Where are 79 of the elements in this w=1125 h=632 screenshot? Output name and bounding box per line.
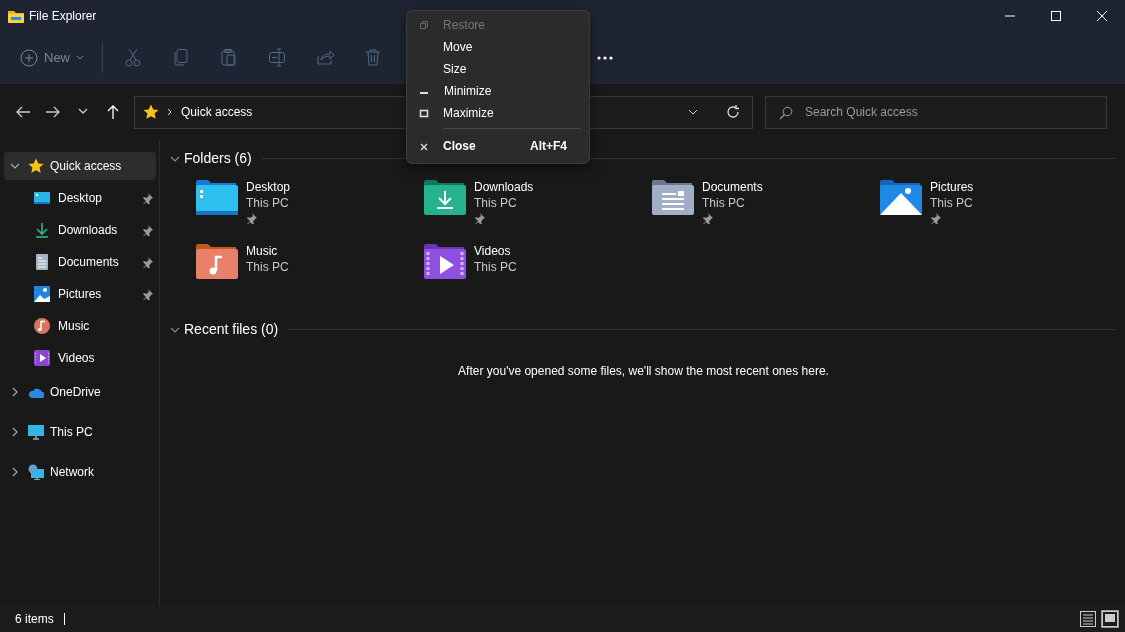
folder-icon xyxy=(8,9,24,23)
refresh-icon[interactable] xyxy=(726,105,740,119)
star-icon xyxy=(28,158,44,174)
chevron-icon[interactable] xyxy=(10,467,20,477)
dropdown-icon xyxy=(688,109,698,115)
sidebar-item[interactable]: Music xyxy=(4,312,156,340)
maximize-icon xyxy=(1051,11,1061,21)
documents-folder-icon[interactable] xyxy=(652,179,694,215)
sidebar-item[interactable]: Documents xyxy=(4,248,156,276)
maximize-icon xyxy=(419,107,429,119)
item-count: 6 items xyxy=(15,611,54,628)
videos-folder-icon[interactable] xyxy=(424,243,466,279)
menu-item[interactable]: Close Alt+F4 xyxy=(407,133,589,159)
sidebar-item[interactable]: Desktop xyxy=(4,184,156,212)
tiles-view-icon xyxy=(1102,611,1118,627)
picture-icon xyxy=(34,286,50,302)
close-icon xyxy=(1097,11,1107,21)
folder-name[interactable]: Desktop xyxy=(246,179,291,195)
details-view-button[interactable] xyxy=(1079,610,1097,628)
search-field[interactable]: Search Quick access xyxy=(765,95,1107,129)
paste-icon xyxy=(220,48,238,67)
sidebar-item[interactable]: Pictures xyxy=(4,280,156,308)
menu-item[interactable]: Move xyxy=(407,36,589,58)
more-icon xyxy=(596,55,614,60)
new-button[interactable]: New xyxy=(12,39,92,76)
chevron-icon[interactable] xyxy=(10,161,20,171)
details-view-icon xyxy=(1080,611,1096,627)
folder-location: This PC xyxy=(702,195,746,211)
folder-location: This PC xyxy=(246,259,289,275)
download-icon xyxy=(34,222,50,238)
cut-icon xyxy=(124,48,142,67)
search-icon xyxy=(779,105,793,120)
monitor-icon xyxy=(28,424,44,440)
folder-name[interactable]: Downloads xyxy=(474,179,534,195)
restore-icon xyxy=(419,19,429,31)
copy-icon xyxy=(172,48,190,67)
desktop-folder-icon[interactable] xyxy=(196,179,238,215)
back-icon xyxy=(15,104,31,120)
desktop-icon xyxy=(34,190,50,206)
folder-name[interactable]: Documents xyxy=(702,179,763,195)
chevron-icon[interactable] xyxy=(10,387,20,397)
folder-name[interactable]: Music xyxy=(246,243,289,259)
up-icon xyxy=(105,104,121,120)
menu-item[interactable]: Size xyxy=(407,58,589,80)
menu-item[interactable]: Maximize xyxy=(407,102,589,124)
sidebar-item[interactable]: Videos xyxy=(4,344,156,372)
window-title: File Explorer xyxy=(29,8,97,25)
sidebar-item[interactable]: OneDrive xyxy=(4,376,156,408)
empty-message: After you've opened some files, we'll show the most recent ones here. xyxy=(457,363,830,380)
star-icon xyxy=(143,104,159,120)
minimize-icon xyxy=(1005,15,1015,17)
network-icon xyxy=(28,464,44,480)
chevron-icon xyxy=(167,108,173,116)
section-heading[interactable]: Folders (6) xyxy=(184,148,252,169)
plus-icon xyxy=(20,48,38,67)
folder-location: This PC xyxy=(930,195,974,211)
folder-location: This PC xyxy=(474,195,518,211)
document-icon xyxy=(34,254,50,270)
delete-icon xyxy=(364,48,382,67)
sidebar-item[interactable]: This PC xyxy=(4,416,156,448)
forward-icon xyxy=(45,104,61,120)
chevron-icon[interactable] xyxy=(10,427,20,437)
folder-name[interactable]: Pictures xyxy=(930,179,974,195)
sidebar-item[interactable]: Downloads xyxy=(4,216,156,244)
pictures-folder-icon[interactable] xyxy=(880,179,922,215)
music-icon xyxy=(34,318,50,334)
sidebar-item[interactable]: Network xyxy=(4,456,156,488)
section-heading[interactable]: Recent files (0) xyxy=(184,319,279,340)
folder-name[interactable]: Videos xyxy=(474,243,517,259)
folder-location: This PC xyxy=(474,259,517,275)
tiles-view-button[interactable] xyxy=(1101,610,1119,628)
share-icon xyxy=(316,48,334,67)
video-icon xyxy=(34,350,50,366)
downloads-folder-icon[interactable] xyxy=(424,179,466,215)
rename-icon xyxy=(268,48,286,67)
caret-icon xyxy=(76,54,84,61)
music-folder-icon[interactable] xyxy=(196,243,238,279)
sidebar-item[interactable]: Quick access xyxy=(4,152,156,180)
folder-location: This PC xyxy=(246,195,290,211)
